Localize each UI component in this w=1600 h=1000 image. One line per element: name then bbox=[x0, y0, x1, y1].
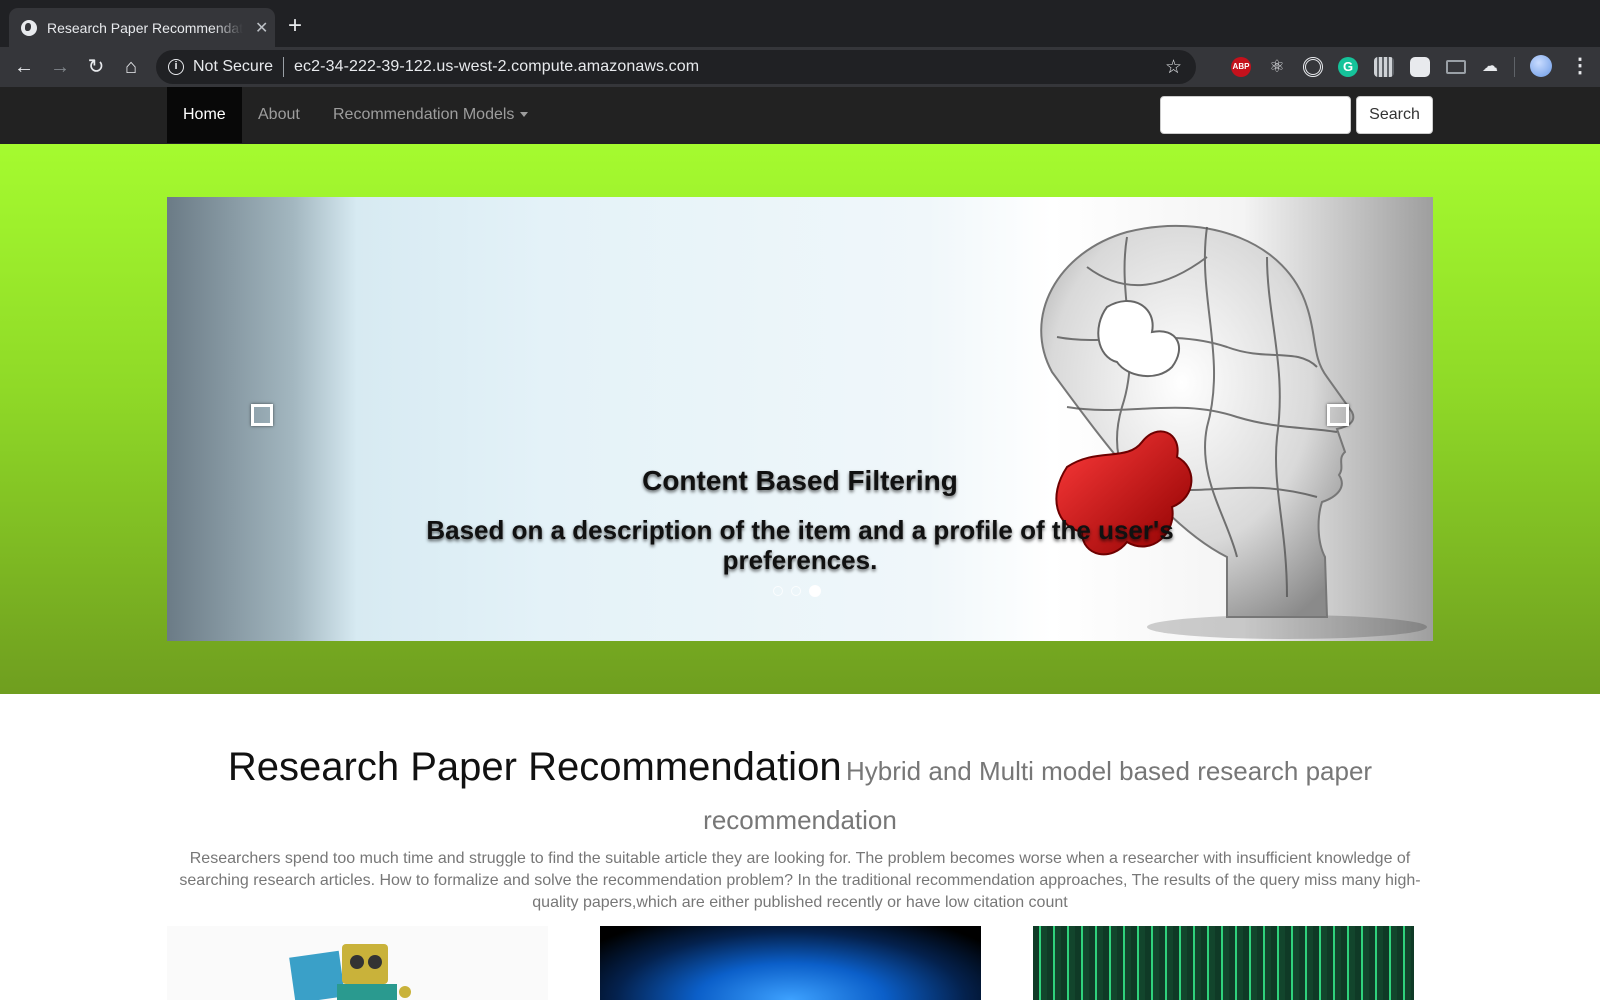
carousel-caption-title: Content Based Filtering bbox=[642, 465, 958, 496]
browser-tab[interactable]: Research Paper Recommendat ✕ bbox=[9, 8, 275, 47]
circuit-brain-image bbox=[600, 926, 981, 1000]
browser-toolbar: ← → ↻ ⌂ i Not Secure ec2-34-222-39-122.u… bbox=[0, 47, 1600, 87]
search-button[interactable]: Search bbox=[1356, 96, 1433, 134]
robot-illustration bbox=[289, 944, 411, 1000]
carousel: Content Based Filtering Based on a descr… bbox=[167, 197, 1433, 641]
react-devtools-icon[interactable]: ⚛ bbox=[1267, 57, 1287, 77]
nav-recommendation-models-label: Recommendation Models bbox=[333, 106, 515, 123]
carousel-prev-icon[interactable] bbox=[251, 404, 273, 426]
forward-icon[interactable]: → bbox=[48, 55, 72, 79]
target-icon[interactable] bbox=[1303, 57, 1323, 77]
more-menu-icon[interactable]: ⋮ bbox=[1570, 55, 1590, 77]
tab-title: Research Paper Recommendat bbox=[47, 19, 243, 36]
mail-icon[interactable] bbox=[1446, 60, 1466, 74]
qr-code-icon[interactable] bbox=[1374, 57, 1394, 77]
nav-home[interactable]: Home bbox=[167, 87, 242, 143]
abp-icon[interactable]: ABP bbox=[1231, 57, 1251, 77]
home-icon[interactable]: ⌂ bbox=[119, 55, 143, 79]
caret-down-icon bbox=[520, 112, 529, 118]
browser-tab-strip: Research Paper Recommendat ✕ + bbox=[0, 0, 1600, 47]
search-input[interactable] bbox=[1160, 96, 1351, 134]
notes-icon[interactable] bbox=[1410, 57, 1430, 77]
carousel-caption-text: Based on a description of the item and a… bbox=[426, 515, 1174, 575]
info-icon[interactable]: i bbox=[168, 59, 184, 75]
cloud-icon[interactable]: ☁ bbox=[1480, 57, 1500, 77]
page-title: Research Paper Recommendation bbox=[227, 745, 842, 789]
nav-about[interactable]: About bbox=[258, 87, 300, 143]
profile-avatar[interactable] bbox=[1530, 55, 1552, 77]
security-label: Not Secure bbox=[193, 58, 274, 75]
carousel-indicator[interactable] bbox=[773, 586, 783, 596]
carousel-indicators bbox=[773, 585, 821, 597]
reload-icon[interactable]: ↻ bbox=[84, 55, 108, 79]
carousel-next-icon[interactable] bbox=[1327, 404, 1349, 426]
back-icon[interactable]: ← bbox=[12, 55, 36, 79]
new-tab-icon[interactable]: + bbox=[288, 14, 302, 38]
carousel-indicator[interactable] bbox=[791, 586, 801, 596]
carousel-indicator-active[interactable] bbox=[809, 585, 821, 597]
nav-recommendation-models[interactable]: Recommendation Models bbox=[333, 87, 529, 143]
grammarly-icon[interactable]: G bbox=[1338, 57, 1358, 77]
bookmark-star-icon[interactable]: ☆ bbox=[1165, 56, 1182, 79]
toolbar-divider bbox=[1514, 57, 1515, 77]
globe-icon bbox=[21, 19, 37, 36]
binary-code-image bbox=[1033, 926, 1414, 1000]
tab-close-icon[interactable]: ✕ bbox=[255, 18, 268, 38]
address-bar[interactable]: i Not Secure ec2-34-222-39-122.us-west-2… bbox=[156, 50, 1196, 84]
address-divider bbox=[283, 57, 285, 77]
intro-paragraph: Researchers spend too much time and stru… bbox=[179, 850, 1421, 911]
page-heading: Research Paper Recommendation Hybrid and… bbox=[167, 745, 1433, 847]
robot-image bbox=[167, 926, 548, 1000]
url-text[interactable]: ec2-34-222-39-122.us-west-2.compute.amaz… bbox=[294, 58, 699, 76]
